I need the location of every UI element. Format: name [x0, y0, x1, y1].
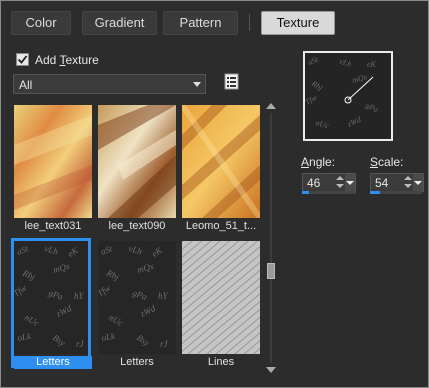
arrow-down-icon[interactable]: [404, 184, 412, 188]
texture-tile[interactable]: Lines: [179, 238, 260, 368]
texture-swatch-gold-weave: [182, 105, 260, 218]
scale-slider[interactable]: [370, 191, 422, 194]
scale-stepper[interactable]: 54: [370, 173, 424, 192]
scale-label: Scale:: [370, 155, 404, 169]
chevron-down-icon: [193, 82, 201, 87]
texture-tile[interactable]: Leomo_51_t...: [179, 102, 260, 232]
tab-pattern[interactable]: Pattern: [163, 11, 238, 35]
texture-browse-button[interactable]: [223, 73, 241, 91]
texture-list-scrollbar[interactable]: [265, 101, 277, 375]
angle-spin-arrows[interactable]: [336, 175, 344, 190]
arrow-up-icon[interactable]: [336, 176, 344, 180]
selection-highlight: [11, 238, 91, 368]
category-select-value: All: [19, 78, 33, 92]
scroll-thumb[interactable]: [267, 263, 275, 279]
angle-slider-fill: [302, 191, 310, 194]
arrow-down-icon[interactable]: [336, 184, 344, 188]
svg-text:rJ: rJ: [160, 339, 169, 349]
angle-stepper[interactable]: 46: [302, 173, 356, 192]
texture-tile[interactable]: lee_text090: [95, 102, 176, 232]
scale-spin-arrows[interactable]: [404, 175, 412, 190]
angle-value: 46: [307, 176, 321, 190]
texture-name: Letters: [120, 356, 154, 368]
texture-swatch-parchment: [98, 105, 176, 218]
svg-text:hY: hY: [158, 291, 169, 301]
add-texture-checkbox[interactable]: [16, 53, 29, 66]
arrow-up-icon[interactable]: [404, 176, 412, 180]
angle-slider[interactable]: [302, 191, 356, 194]
tab-divider: [249, 14, 250, 31]
scale-value: 54: [375, 176, 389, 190]
scroll-down-icon[interactable]: [266, 367, 276, 373]
texture-tile-selected[interactable]: aSt vLh eK Rbj mQx Tfw gPa hY nUc zWd oLk Bsy rJ…: [11, 238, 92, 369]
texture-preview-swatch: aSt vLh eK Rbj mQx Tfw gPa nUc zWd: [305, 53, 391, 139]
texture-name: lee_text090: [108, 220, 166, 232]
scale-dropdown-button[interactable]: [413, 174, 423, 191]
texture-list: lee_text031 lee_text090 Leomo_51_t... aS…: [11, 102, 267, 374]
texture-swatch-orange: [14, 105, 92, 218]
scroll-track[interactable]: [270, 113, 272, 363]
checkmark-icon: [17, 55, 28, 64]
add-texture-label[interactable]: Add Texture: [35, 53, 99, 67]
texture-browse-icon: [224, 73, 239, 90]
tab-texture[interactable]: Texture: [261, 11, 335, 35]
svg-text:eK: eK: [367, 60, 377, 69]
texture-swatch-lines: [182, 241, 260, 354]
category-select[interactable]: All: [13, 74, 206, 94]
angle-label: Angle:: [301, 155, 336, 169]
texture-name: Lines: [207, 356, 235, 368]
texture-swatch-letters: aSt vLh eK Rbj mQx Tfw gPa hY nUc zWd oLk Bsy rJ: [98, 241, 176, 354]
texture-name: lee_text031: [24, 220, 82, 232]
scale-slider-fill: [370, 191, 381, 194]
angle-dropdown-button[interactable]: [345, 174, 355, 191]
texture-tile[interactable]: aSt vLh eK Rbj mQx Tfw gPa hY nUc zWd oLk Bsy rJ…: [95, 238, 176, 368]
texture-tile[interactable]: lee_text031: [11, 102, 92, 232]
texture-name: Leomo_51_t...: [185, 220, 257, 232]
texture-name: Letters: [14, 356, 92, 369]
tab-color[interactable]: Color: [11, 11, 71, 35]
texture-preview[interactable]: aSt vLh eK Rbj mQx Tfw gPa nUc zWd: [303, 51, 393, 141]
tab-gradient[interactable]: Gradient: [82, 11, 157, 35]
scroll-up-icon[interactable]: [266, 103, 276, 109]
texture-panel: Color Gradient Pattern Texture Add Textu…: [0, 0, 429, 388]
